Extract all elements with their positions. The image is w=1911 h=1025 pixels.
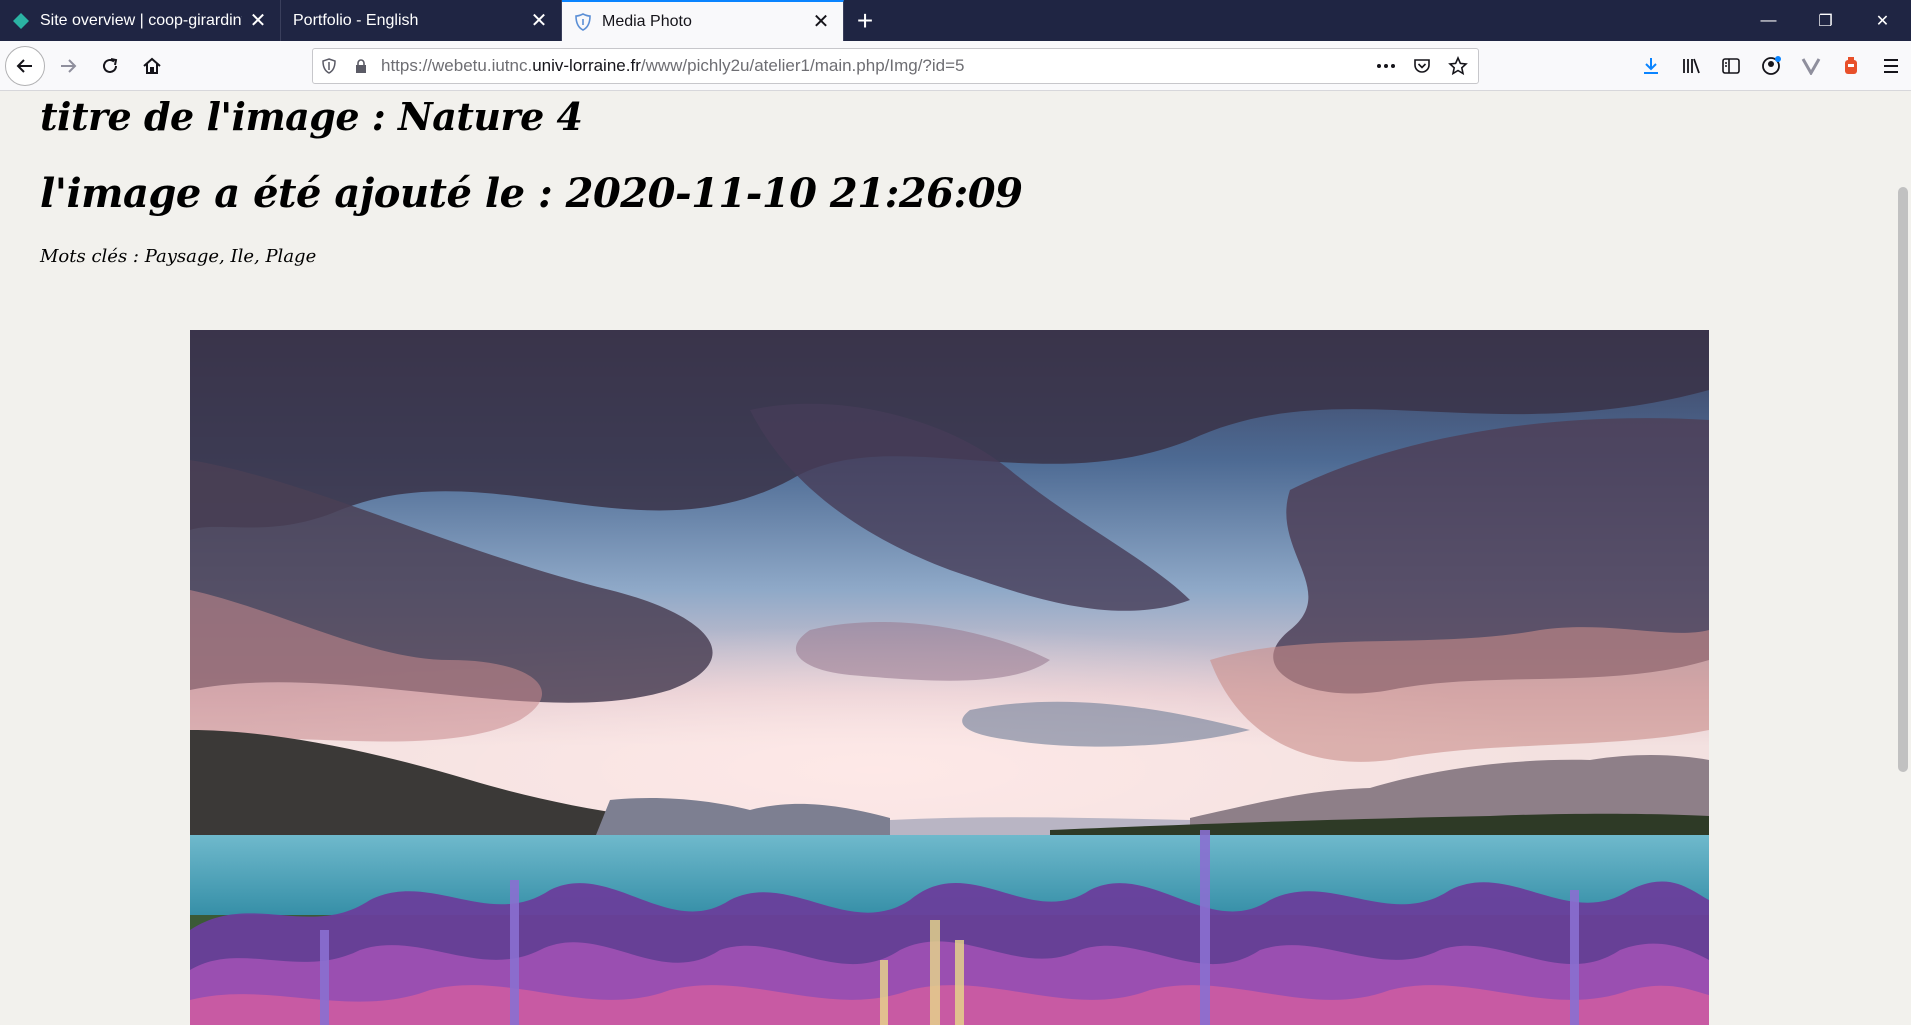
account-icon[interactable]	[1751, 46, 1791, 86]
image-date: l'image a été ajouté le : 2020-11-10 21:…	[40, 170, 1023, 217]
downloads-icon[interactable]	[1631, 46, 1671, 86]
tab-portfolio[interactable]: Portfolio - English ✕	[281, 0, 562, 41]
vpn-extension-icon[interactable]	[1791, 46, 1831, 86]
tab-title: Media Photo	[602, 12, 692, 30]
library-icon[interactable]	[1671, 46, 1711, 86]
restore-icon[interactable]: ❐	[1797, 0, 1854, 41]
navigation-toolbar: https://webetu.iutnc.univ-lorraine.fr/ww…	[0, 41, 1911, 91]
url-text[interactable]: https://webetu.iutnc.univ-lorraine.fr/ww…	[377, 56, 1372, 76]
url-path: /www/pichly2u/atelier1/main.php/Img/?id=…	[640, 56, 965, 75]
vertical-scrollbar[interactable]	[1895, 92, 1911, 1025]
url-prefix: https://webetu.iutnc.	[381, 56, 533, 75]
image-title: titre de l'image : Nature 4	[40, 94, 583, 139]
page-actions-icon[interactable]	[1372, 52, 1400, 80]
forward-button[interactable]	[49, 47, 87, 85]
minimize-icon[interactable]: —	[1740, 0, 1797, 41]
nature-photo	[190, 330, 1709, 1025]
reload-button[interactable]	[91, 47, 129, 85]
home-icon	[143, 57, 161, 74]
tab-strip: Site overview | coop-girardinvil ✕ Portf…	[0, 0, 1911, 41]
reload-icon	[103, 57, 118, 73]
scrollbar-thumb[interactable]	[1898, 187, 1908, 772]
back-button[interactable]	[5, 45, 45, 86]
diamond-icon	[13, 12, 29, 29]
close-tab-icon[interactable]: ✕	[248, 11, 268, 31]
shield-heart-icon	[575, 12, 591, 31]
fox-extension-icon[interactable]	[1831, 46, 1871, 86]
home-button[interactable]	[133, 47, 171, 85]
tracking-shield-icon[interactable]	[313, 49, 345, 83]
tab-title: Site overview | coop-girardinvil	[40, 11, 242, 29]
url-domain: univ-lorraine.fr	[532, 56, 641, 75]
close-window-icon[interactable]: ✕	[1854, 0, 1911, 41]
tab-title: Portfolio - English	[293, 11, 419, 29]
pocket-icon[interactable]	[1408, 52, 1436, 80]
bookmark-star-icon[interactable]	[1444, 52, 1472, 80]
image-keywords: Mots clés : Paysage, Ile, Plage	[40, 246, 317, 267]
url-bar[interactable]: https://webetu.iutnc.univ-lorraine.fr/ww…	[312, 48, 1479, 84]
menu-icon[interactable]	[1871, 46, 1911, 86]
tab-media-photo[interactable]: Media Photo ✕	[562, 0, 844, 41]
tab-site-overview[interactable]: Site overview | coop-girardinvil ✕	[0, 0, 281, 41]
sidebar-icon[interactable]	[1711, 46, 1751, 86]
new-tab-button[interactable]: +	[844, 0, 886, 41]
close-tab-icon[interactable]: ✕	[811, 12, 831, 32]
window-controls: — ❐ ✕	[1740, 0, 1911, 41]
page-content: titre de l'image : Nature 4 l'image a ét…	[0, 92, 1895, 1025]
arrow-right-icon	[61, 58, 77, 73]
lock-icon[interactable]	[345, 49, 377, 83]
close-tab-icon[interactable]: ✕	[529, 11, 549, 31]
toolbar-right	[1631, 41, 1911, 91]
arrow-left-icon	[16, 58, 32, 73]
